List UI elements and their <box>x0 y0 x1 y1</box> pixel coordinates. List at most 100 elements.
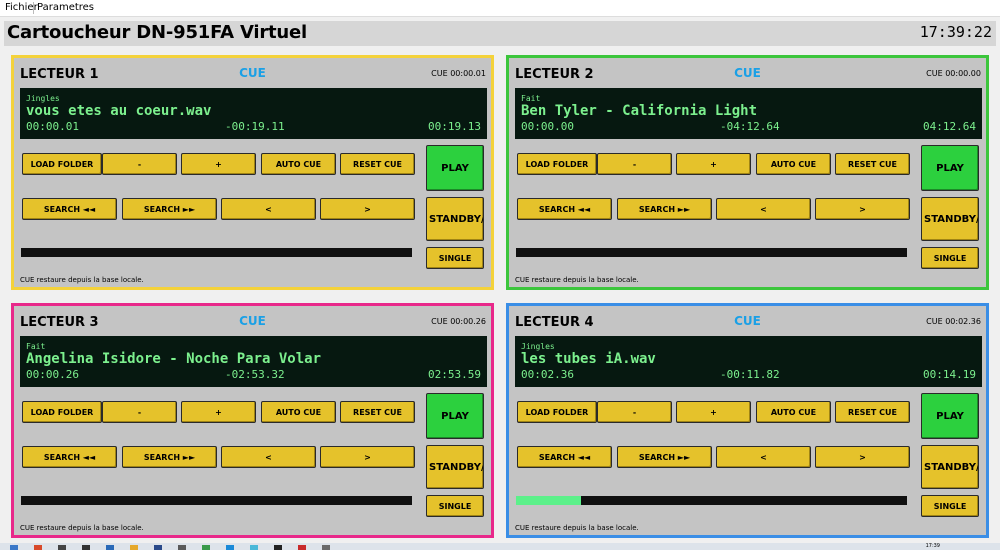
total-time: 04:12.64 <box>923 120 976 133</box>
deck-status: CUE restaure depuis la base locale. <box>20 276 144 284</box>
search-back-button[interactable]: SEARCH ◄◄ <box>22 446 117 468</box>
standby-button[interactable]: STANDBY/( <box>426 197 484 241</box>
reset-cue-button[interactable]: RESET CUE <box>340 153 415 175</box>
auto-cue-button[interactable]: AUTO CUE <box>261 401 336 423</box>
app-icon[interactable] <box>322 545 330 550</box>
header-clock: 17:39:22 <box>919 23 992 41</box>
minus-button[interactable]: - <box>102 153 177 175</box>
track-name: Ben Tyler - California Light <box>521 103 758 119</box>
app-icon[interactable] <box>226 545 234 550</box>
cue-time: CUE 00:02.36 <box>926 317 981 326</box>
app-icon[interactable] <box>58 545 66 550</box>
cue-time: CUE 00:00.00 <box>926 69 981 78</box>
search-fwd-button[interactable]: SEARCH ►► <box>617 446 712 468</box>
elapsed-time: 00:00.26 <box>26 368 79 381</box>
app-title: Cartoucheur DN-951FA Virtuel <box>7 22 308 43</box>
search-fwd-button[interactable]: SEARCH ►► <box>617 198 712 220</box>
menu-parametres[interactable]: Parametres <box>34 2 97 13</box>
play-button[interactable]: PLAY <box>426 393 484 439</box>
minus-button[interactable]: - <box>597 153 672 175</box>
app-icon[interactable] <box>82 545 90 550</box>
deck-title: LECTEUR 2 <box>515 67 594 82</box>
elapsed-time: 00:02.36 <box>521 368 574 381</box>
total-time: 00:14.19 <box>923 368 976 381</box>
prev-button[interactable]: < <box>221 198 316 220</box>
search-fwd-button[interactable]: SEARCH ►► <box>122 198 217 220</box>
search-back-button[interactable]: SEARCH ◄◄ <box>517 198 612 220</box>
plus-button[interactable]: + <box>181 401 256 423</box>
deck-panel-1: LECTEUR 1 CUE CUE 00:00.01 Jingles vous … <box>11 55 494 290</box>
plus-button[interactable]: + <box>676 401 751 423</box>
total-time: 00:19.13 <box>428 120 481 133</box>
elapsed-time: 00:00.01 <box>26 120 79 133</box>
track-name: Angelina Isidore - Noche Para Volar <box>26 351 322 367</box>
single-button[interactable]: SINGLE <box>921 247 979 269</box>
reset-cue-button[interactable]: RESET CUE <box>340 401 415 423</box>
standby-button[interactable]: STANDBY/( <box>921 445 979 489</box>
progress-bar[interactable] <box>516 248 907 257</box>
deck-panel-2: LECTEUR 2 CUE CUE 00:00.00 Fait Ben Tyle… <box>506 55 989 290</box>
menu-bar: Fichier Parametres <box>0 0 1000 17</box>
deck-panel-3: LECTEUR 3 CUE CUE 00:00.26 Fait Angelina… <box>11 303 494 538</box>
standby-button[interactable]: STANDBY/( <box>426 445 484 489</box>
deck-title: LECTEUR 4 <box>515 315 594 330</box>
play-button[interactable]: PLAY <box>921 393 979 439</box>
app-icon[interactable] <box>250 545 258 550</box>
folder-icon[interactable] <box>130 545 138 550</box>
plus-button[interactable]: + <box>676 153 751 175</box>
deck-status: CUE restaure depuis la base locale. <box>20 524 144 532</box>
auto-cue-button[interactable]: AUTO CUE <box>261 153 336 175</box>
next-button[interactable]: > <box>320 446 415 468</box>
taskbar: 17:39 <box>0 543 1000 550</box>
minus-button[interactable]: - <box>597 401 672 423</box>
search-back-button[interactable]: SEARCH ◄◄ <box>517 446 612 468</box>
track-name: vous etes au coeur.wav <box>26 103 212 119</box>
search-back-button[interactable]: SEARCH ◄◄ <box>22 198 117 220</box>
app-icon[interactable] <box>178 545 186 550</box>
reset-cue-button[interactable]: RESET CUE <box>835 153 910 175</box>
track-category: Jingles <box>26 94 60 103</box>
load-folder-button[interactable]: LOAD FOLDER <box>517 153 597 175</box>
remaining-time: -00:11.82 <box>720 368 780 381</box>
load-folder-button[interactable]: LOAD FOLDER <box>22 153 102 175</box>
auto-cue-button[interactable]: AUTO CUE <box>756 401 831 423</box>
next-button[interactable]: > <box>320 198 415 220</box>
auto-cue-button[interactable]: AUTO CUE <box>756 153 831 175</box>
prev-button[interactable]: < <box>221 446 316 468</box>
progress-fill <box>516 496 581 505</box>
app-icon[interactable] <box>154 545 162 550</box>
app-icon[interactable] <box>106 545 114 550</box>
load-folder-button[interactable]: LOAD FOLDER <box>517 401 597 423</box>
deck-panel-4: LECTEUR 4 CUE CUE 00:02.36 Jingles les t… <box>506 303 989 538</box>
single-button[interactable]: SINGLE <box>426 495 484 517</box>
track-display: Fait Angelina Isidore - Noche Para Volar… <box>20 336 487 387</box>
progress-bar[interactable] <box>21 248 412 257</box>
play-button[interactable]: PLAY <box>426 145 484 191</box>
remaining-time: -04:12.64 <box>720 120 780 133</box>
progress-bar[interactable] <box>21 496 412 505</box>
start-icon[interactable] <box>10 545 18 550</box>
app-icon[interactable] <box>298 545 306 550</box>
app-icon[interactable] <box>274 545 282 550</box>
plus-button[interactable]: + <box>181 153 256 175</box>
next-button[interactable]: > <box>815 198 910 220</box>
minus-button[interactable]: - <box>102 401 177 423</box>
track-display: Jingles vous etes au coeur.wav 00:00.01 … <box>20 88 487 139</box>
remaining-time: -02:53.32 <box>225 368 285 381</box>
single-button[interactable]: SINGLE <box>426 247 484 269</box>
app-icon[interactable] <box>202 545 210 550</box>
reset-cue-button[interactable]: RESET CUE <box>835 401 910 423</box>
standby-button[interactable]: STANDBY/( <box>921 197 979 241</box>
deck-title: LECTEUR 3 <box>20 315 99 330</box>
search-fwd-button[interactable]: SEARCH ►► <box>122 446 217 468</box>
single-button[interactable]: SINGLE <box>921 495 979 517</box>
load-folder-button[interactable]: LOAD FOLDER <box>22 401 102 423</box>
progress-bar[interactable] <box>516 496 907 505</box>
prev-button[interactable]: < <box>716 446 811 468</box>
browser-icon[interactable] <box>34 545 42 550</box>
app-header: Cartoucheur DN-951FA Virtuel 17:39:22 <box>4 21 996 46</box>
next-button[interactable]: > <box>815 446 910 468</box>
deck-title: LECTEUR 1 <box>20 67 99 82</box>
play-button[interactable]: PLAY <box>921 145 979 191</box>
prev-button[interactable]: < <box>716 198 811 220</box>
